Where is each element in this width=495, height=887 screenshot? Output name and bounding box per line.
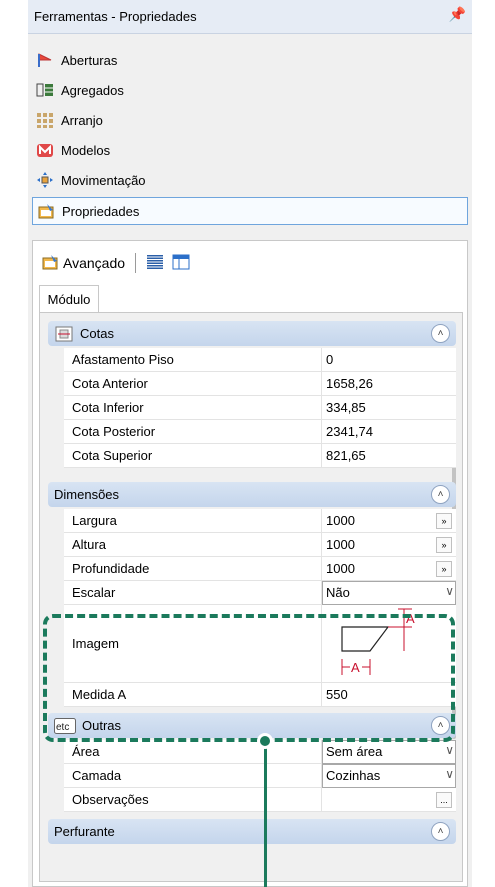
property-row[interactable]: Camada Cozinhas ∨ bbox=[64, 764, 456, 788]
property-name: Altura bbox=[64, 533, 322, 557]
property-name: Observações bbox=[64, 788, 322, 812]
dropdown-icon[interactable]: ∨ bbox=[445, 767, 454, 781]
properties-area: Avançado Módulo Cotas ˄ Afastamento Piso… bbox=[32, 240, 468, 887]
menu-label: Arranjo bbox=[61, 112, 103, 128]
property-row[interactable]: Cota Superior 821,65 bbox=[64, 444, 456, 468]
property-name: Escalar bbox=[64, 581, 322, 605]
collapse-icon[interactable]: ˄ bbox=[431, 324, 450, 343]
section-title: Dimensões bbox=[54, 487, 120, 502]
property-value[interactable]: 334,85 bbox=[322, 396, 456, 420]
table-view-icon[interactable] bbox=[172, 253, 190, 274]
menu-item-movimentacao[interactable]: Movimentação bbox=[32, 166, 468, 194]
movimentacao-icon bbox=[36, 171, 54, 189]
expand-button[interactable]: » bbox=[436, 513, 452, 529]
advanced-icon[interactable] bbox=[41, 253, 59, 274]
property-row[interactable]: Afastamento Piso 0 bbox=[64, 348, 456, 372]
propriedades-icon bbox=[37, 202, 55, 220]
collapse-icon[interactable]: ˄ bbox=[431, 822, 450, 841]
property-row[interactable]: Observações ... bbox=[64, 788, 456, 812]
property-row[interactable]: Cota Anterior 1658,26 bbox=[64, 372, 456, 396]
dropdown-icon[interactable]: ∨ bbox=[445, 584, 454, 598]
dropdown-icon[interactable]: ∨ bbox=[445, 743, 454, 757]
menu-label: Aberturas bbox=[61, 52, 118, 68]
section-cotas-header[interactable]: Cotas ˄ bbox=[48, 321, 456, 346]
property-value[interactable]: Cozinhas bbox=[322, 764, 456, 788]
property-name: Cota Inferior bbox=[64, 396, 322, 420]
property-row[interactable]: Profundidade 1000 » bbox=[64, 557, 456, 581]
tab-modulo[interactable]: Módulo bbox=[39, 285, 99, 313]
menu-item-agregados[interactable]: Agregados bbox=[32, 76, 468, 104]
window-title: Ferramentas - Propriedades bbox=[34, 9, 197, 24]
section-title: Cotas bbox=[80, 326, 114, 341]
property-name: Afastamento Piso bbox=[64, 348, 322, 372]
property-row[interactable]: Cota Posterior 2341,74 bbox=[64, 420, 456, 444]
section-perfurante-header[interactable]: Perfurante ˄ bbox=[48, 819, 456, 844]
menu-label: Movimentação bbox=[61, 172, 146, 188]
menu-item-aberturas[interactable]: Aberturas bbox=[32, 46, 468, 74]
menu-item-arranjo[interactable]: Arranjo bbox=[32, 106, 468, 134]
advanced-label[interactable]: Avançado bbox=[63, 255, 125, 271]
section-title: Perfurante bbox=[54, 824, 115, 839]
cotas-icon bbox=[54, 326, 74, 342]
property-name: Largura bbox=[64, 509, 322, 533]
properties-panel: Ferramentas - Propriedades 📌 Aberturas A… bbox=[28, 0, 472, 887]
property-value[interactable]: Não bbox=[322, 581, 456, 605]
property-value[interactable]: 2341,74 bbox=[322, 420, 456, 444]
property-name: Cota Superior bbox=[64, 444, 322, 468]
highlight-box bbox=[43, 614, 455, 742]
property-name: Camada bbox=[64, 764, 322, 788]
property-row[interactable]: Altura 1000 » bbox=[64, 533, 456, 557]
property-grid: Cotas ˄ Afastamento Piso 0 Cota Anterior… bbox=[39, 312, 463, 882]
property-value[interactable]: 821,65 bbox=[322, 444, 456, 468]
menu-label: Agregados bbox=[61, 82, 124, 98]
toolbar-separator bbox=[135, 253, 137, 273]
edit-button[interactable]: ... bbox=[436, 792, 452, 808]
property-name: Profundidade bbox=[64, 557, 322, 581]
menu-item-modelos[interactable]: Modelos bbox=[32, 136, 468, 164]
menu-label: Modelos bbox=[61, 142, 111, 158]
pin-icon[interactable]: 📌 bbox=[449, 6, 466, 23]
property-value[interactable]: 1658,26 bbox=[322, 372, 456, 396]
property-row[interactable]: Cota Inferior 334,85 bbox=[64, 396, 456, 420]
aberturas-icon bbox=[36, 51, 54, 69]
categorized-view-icon[interactable] bbox=[146, 253, 164, 274]
property-name: Cota Anterior bbox=[64, 372, 322, 396]
title-bar: Ferramentas - Propriedades 📌 bbox=[28, 0, 472, 34]
properties-toolbar: Avançado bbox=[41, 249, 190, 277]
expand-button[interactable]: » bbox=[436, 561, 452, 577]
agregados-icon bbox=[36, 81, 54, 99]
arranjo-icon bbox=[36, 111, 54, 129]
menu-label: Propriedades bbox=[62, 203, 140, 219]
callout-line bbox=[264, 740, 267, 887]
callout-dot bbox=[257, 733, 273, 749]
expand-button[interactable]: » bbox=[436, 537, 452, 553]
property-row[interactable]: Escalar Não ∨ bbox=[64, 581, 456, 605]
collapse-icon[interactable]: ˄ bbox=[431, 485, 450, 504]
menu-item-propriedades[interactable]: Propriedades bbox=[32, 197, 468, 225]
property-name: Área bbox=[64, 740, 322, 764]
property-row[interactable]: Largura 1000 » bbox=[64, 509, 456, 533]
property-value[interactable]: Sem área bbox=[322, 740, 456, 764]
modelos-icon bbox=[36, 141, 54, 159]
property-value[interactable]: 0 bbox=[322, 348, 456, 372]
property-name: Cota Posterior bbox=[64, 420, 322, 444]
section-dimensoes-header[interactable]: Dimensões ˄ bbox=[48, 482, 456, 507]
